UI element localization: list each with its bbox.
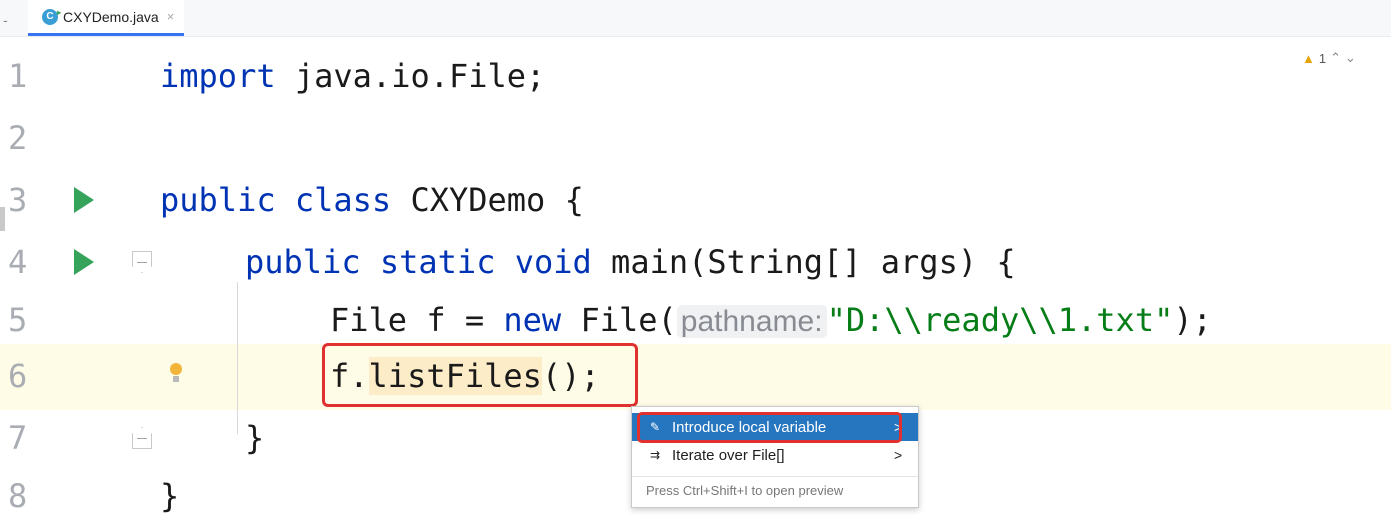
string-literal: "D:\\ready\\1.txt" [826,301,1174,339]
code-line-3[interactable]: 3 public class CXYDemo { [0,169,1391,231]
code-segment: CXYDemo { [391,181,584,219]
code-line-2[interactable]: 2 [0,107,1391,169]
java-class-icon-letter: C [46,10,54,22]
run-main-icon[interactable] [74,249,94,275]
code-text[interactable]: public class CXYDemo { [160,169,584,231]
line-number: 1 [8,57,28,95]
popup-footer-hint: Press Ctrl+Shift+I to open preview [646,483,844,498]
fold-icon[interactable] [132,251,152,273]
lightbulb-icon[interactable] [169,363,183,389]
run-class-icon[interactable] [74,187,94,213]
iterate-over-item[interactable]: ⇉ Iterate over File[] > [632,441,918,469]
iterate-icon: ⇉ [650,448,661,462]
code-text[interactable]: import java.io.File; [160,45,545,107]
menu-item-label: Iterate over File[] [672,446,785,464]
highlight-annotation-box [322,343,638,407]
keyword: public static void [245,243,592,281]
keyword: public class [160,181,392,219]
line-number: 6 [8,357,28,395]
code-segment: java.io.File; [275,57,546,95]
code-line-6[interactable]: 6 f.listFiles(); [0,345,1391,407]
code-line-4[interactable]: 4 public static void main(String[] args)… [0,231,1391,293]
line-number: 5 [8,301,28,339]
code-text[interactable]: } [245,407,264,469]
editor-tab-bar: - C ▸ CXYDemo.java × [0,0,1391,37]
code-text[interactable]: public static void main(String[] args) { [245,231,1016,293]
code-segment: main(String[] args) { [591,243,1016,281]
fold-end-icon[interactable] [132,427,152,449]
chevron-right-icon: > [894,447,903,463]
line-number: 8 [8,477,28,515]
line-number: 2 [8,119,28,157]
java-class-icon: C ▸ [42,8,61,25]
tab-cxydemo-java[interactable]: C ▸ CXYDemo.java × [28,0,185,36]
line-number: 7 [8,419,28,457]
code-segment: ); [1173,301,1212,339]
run-badge-icon: ▸ [56,7,61,17]
code-segment: File( [561,301,677,339]
line-number: 4 [8,243,28,281]
tab-label: CXYDemo.java [63,8,159,25]
code-text[interactable]: } [160,465,179,527]
highlight-annotation-box [637,412,902,443]
divider [632,476,918,477]
parameter-hint: pathname: [676,305,827,338]
line-number: 3 [8,181,28,219]
code-line-5[interactable]: 5 File f = new File(pathname: "D:\\ready\… [0,289,1391,351]
code-segment: File f = [330,301,504,339]
tab-bar-dash: - [3,12,8,28]
close-icon[interactable]: × [167,9,175,24]
keyword: new [503,301,562,339]
code-line-1[interactable]: 1 import java.io.File; [0,45,1391,107]
keyword: import [160,57,276,95]
